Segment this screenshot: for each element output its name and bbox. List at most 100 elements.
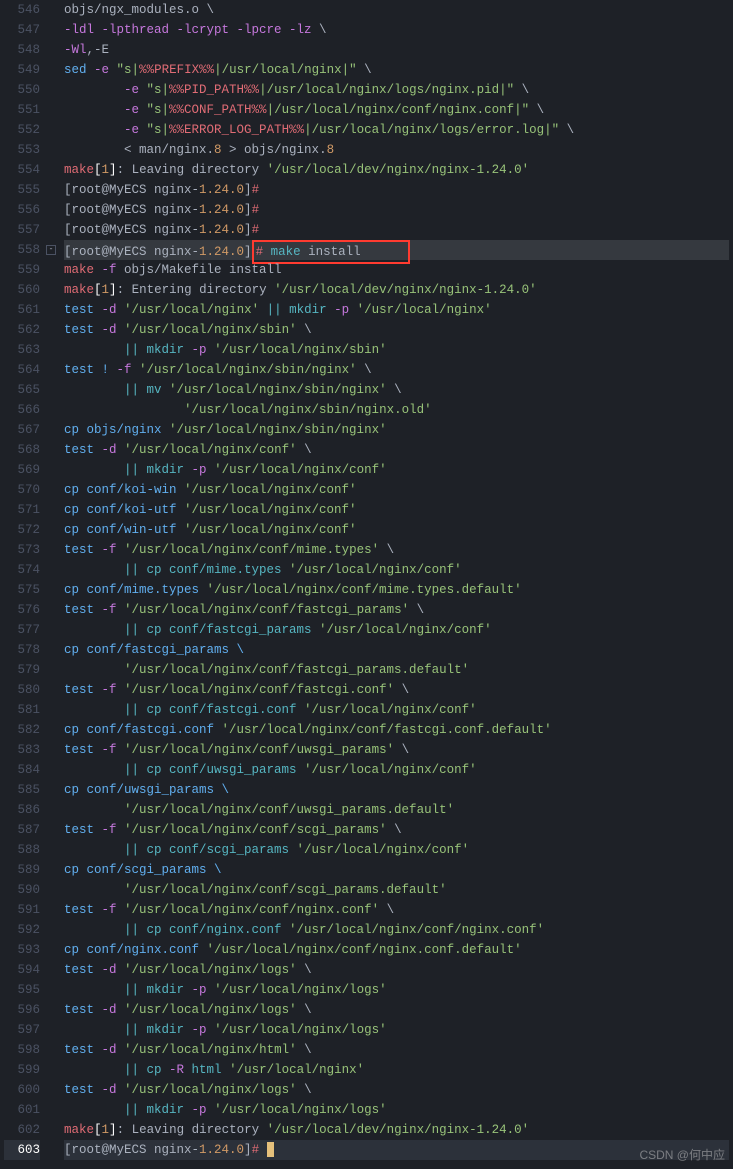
line-number: 563 [4, 340, 40, 360]
code-line[interactable]: test -f '/usr/local/nginx/conf/fastcgi_p… [64, 600, 729, 620]
line-number: 550 [4, 80, 40, 100]
line-number: 576 [4, 600, 40, 620]
code-line[interactable]: [root@MyECS nginx-1.24.0]# [64, 1140, 729, 1160]
code-line[interactable]: '/usr/local/nginx/conf/fastcgi_params.de… [64, 660, 729, 680]
code-line[interactable]: cp conf/fastcgi.conf '/usr/local/nginx/c… [64, 720, 729, 740]
code-line[interactable]: || cp conf/mime.types '/usr/local/nginx/… [64, 560, 729, 580]
code-line[interactable]: make[1]: Leaving directory '/usr/local/d… [64, 160, 729, 180]
fold-column: - [46, 0, 60, 1169]
code-line[interactable]: '/usr/local/nginx/conf/uwsgi_params.defa… [64, 800, 729, 820]
code-line[interactable]: cp conf/mime.types '/usr/local/nginx/con… [64, 580, 729, 600]
code-line[interactable]: test -d '/usr/local/nginx/conf' \ [64, 440, 729, 460]
line-number: 551 [4, 100, 40, 120]
code-line[interactable]: objs/ngx_modules.o \ [64, 0, 729, 20]
line-number: 574 [4, 560, 40, 580]
code-line[interactable]: cp conf/win-utf '/usr/local/nginx/conf' [64, 520, 729, 540]
code-line[interactable]: || mkdir -p '/usr/local/nginx/logs' [64, 1020, 729, 1040]
code-line[interactable]: sed -e "s|%%PREFIX%%|/usr/local/nginx|" … [64, 60, 729, 80]
line-number: 594 [4, 960, 40, 980]
line-number: 570 [4, 480, 40, 500]
code-line[interactable]: || cp conf/fastcgi.conf '/usr/local/ngin… [64, 700, 729, 720]
code-line[interactable]: || mkdir -p '/usr/local/nginx/conf' [64, 460, 729, 480]
line-number: 562 [4, 320, 40, 340]
text-cursor [267, 1142, 274, 1157]
line-number: 603 [4, 1140, 40, 1160]
code-line[interactable]: || cp conf/fastcgi_params '/usr/local/ng… [64, 620, 729, 640]
code-line[interactable]: test -f '/usr/local/nginx/conf/scgi_para… [64, 820, 729, 840]
code-line[interactable]: -e "s|%%ERROR_LOG_PATH%%|/usr/local/ngin… [64, 120, 729, 140]
line-number: 578 [4, 640, 40, 660]
code-line[interactable]: test -d '/usr/local/nginx/logs' \ [64, 1000, 729, 1020]
code-line[interactable]: || cp conf/scgi_params '/usr/local/nginx… [64, 840, 729, 860]
code-line[interactable]: || mkdir -p '/usr/local/nginx/sbin' [64, 340, 729, 360]
code-line[interactable]: cp conf/uwsgi_params \ [64, 780, 729, 800]
line-number: 587 [4, 820, 40, 840]
line-number: 577 [4, 620, 40, 640]
line-number: 546 [4, 0, 40, 20]
code-line[interactable]: [root@MyECS nginx-1.24.0]# [64, 200, 729, 220]
code-line[interactable]: -ldl -lpthread -lcrypt -lpcre -lz \ [64, 20, 729, 40]
code-line[interactable]: test -d '/usr/local/nginx/sbin' \ [64, 320, 729, 340]
line-number: 566 [4, 400, 40, 420]
code-line[interactable]: test -d '/usr/local/nginx/logs' \ [64, 1080, 729, 1100]
line-number: 564 [4, 360, 40, 380]
line-number: 598 [4, 1040, 40, 1060]
fold-toggle-icon[interactable]: - [46, 245, 56, 255]
code-line[interactable]: [root@MyECS nginx-1.24.0]# [64, 220, 729, 240]
line-number: 555 [4, 180, 40, 200]
code-line[interactable]: cp conf/koi-utf '/usr/local/nginx/conf' [64, 500, 729, 520]
code-line[interactable]: [root@MyECS nginx-1.24.0]# make install [64, 240, 729, 260]
line-number: 591 [4, 900, 40, 920]
line-number: 593 [4, 940, 40, 960]
code-line[interactable]: || cp conf/uwsgi_params '/usr/local/ngin… [64, 760, 729, 780]
code-line[interactable]: cp conf/scgi_params \ [64, 860, 729, 880]
line-number: 581 [4, 700, 40, 720]
code-line[interactable]: '/usr/local/nginx/sbin/nginx.old' [64, 400, 729, 420]
code-line[interactable]: test -f '/usr/local/nginx/conf/mime.type… [64, 540, 729, 560]
code-line[interactable]: -e "s|%%PID_PATH%%|/usr/local/nginx/logs… [64, 80, 729, 100]
code-line[interactable]: '/usr/local/nginx/conf/scgi_params.defau… [64, 880, 729, 900]
code-line[interactable]: test -f '/usr/local/nginx/conf/nginx.con… [64, 900, 729, 920]
code-line[interactable]: -e "s|%%CONF_PATH%%|/usr/local/nginx/con… [64, 100, 729, 120]
watermark: CSDN @何中应 [639, 1145, 725, 1165]
line-number: 588 [4, 840, 40, 860]
code-line[interactable]: cp objs/nginx '/usr/local/nginx/sbin/ngi… [64, 420, 729, 440]
line-number: 552 [4, 120, 40, 140]
code-line[interactable]: || mkdir -p '/usr/local/nginx/logs' [64, 980, 729, 1000]
line-number: 584 [4, 760, 40, 780]
code-line[interactable]: -Wl,-E [64, 40, 729, 60]
code-line[interactable]: make[1]: Leaving directory '/usr/local/d… [64, 1120, 729, 1140]
code-editor[interactable]: 5465475485495505515525535545555565575585… [0, 0, 733, 1169]
code-line[interactable]: cp conf/fastcgi_params \ [64, 640, 729, 660]
line-number: 565 [4, 380, 40, 400]
code-line[interactable]: cp conf/nginx.conf '/usr/local/nginx/con… [64, 940, 729, 960]
line-number: 582 [4, 720, 40, 740]
line-number: 583 [4, 740, 40, 760]
code-line[interactable]: make[1]: Entering directory '/usr/local/… [64, 280, 729, 300]
code-line[interactable]: test -d '/usr/local/nginx/html' \ [64, 1040, 729, 1060]
code-line[interactable]: || mkdir -p '/usr/local/nginx/logs' [64, 1100, 729, 1120]
line-number: 572 [4, 520, 40, 540]
line-number: 561 [4, 300, 40, 320]
code-area[interactable]: objs/ngx_modules.o \-ldl -lpthread -lcry… [60, 0, 733, 1169]
line-number: 580 [4, 680, 40, 700]
code-line[interactable]: test -f '/usr/local/nginx/conf/uwsgi_par… [64, 740, 729, 760]
line-number: 569 [4, 460, 40, 480]
code-line[interactable]: || cp -R html '/usr/local/nginx' [64, 1060, 729, 1080]
line-number: 599 [4, 1060, 40, 1080]
line-number-gutter: 5465475485495505515525535545555565575585… [0, 0, 46, 1169]
line-number: 592 [4, 920, 40, 940]
code-line[interactable]: test -d '/usr/local/nginx' || mkdir -p '… [64, 300, 729, 320]
code-line[interactable]: || mv '/usr/local/nginx/sbin/nginx' \ [64, 380, 729, 400]
code-line[interactable]: [root@MyECS nginx-1.24.0]# [64, 180, 729, 200]
code-line[interactable]: cp conf/koi-win '/usr/local/nginx/conf' [64, 480, 729, 500]
line-number: 579 [4, 660, 40, 680]
code-line[interactable]: test -f '/usr/local/nginx/conf/fastcgi.c… [64, 680, 729, 700]
line-number: 568 [4, 440, 40, 460]
code-line[interactable]: test ! -f '/usr/local/nginx/sbin/nginx' … [64, 360, 729, 380]
code-line[interactable]: || cp conf/nginx.conf '/usr/local/nginx/… [64, 920, 729, 940]
line-number: 575 [4, 580, 40, 600]
line-number: 557 [4, 220, 40, 240]
code-line[interactable]: < man/nginx.8 > objs/nginx.8 [64, 140, 729, 160]
code-line[interactable]: test -d '/usr/local/nginx/logs' \ [64, 960, 729, 980]
